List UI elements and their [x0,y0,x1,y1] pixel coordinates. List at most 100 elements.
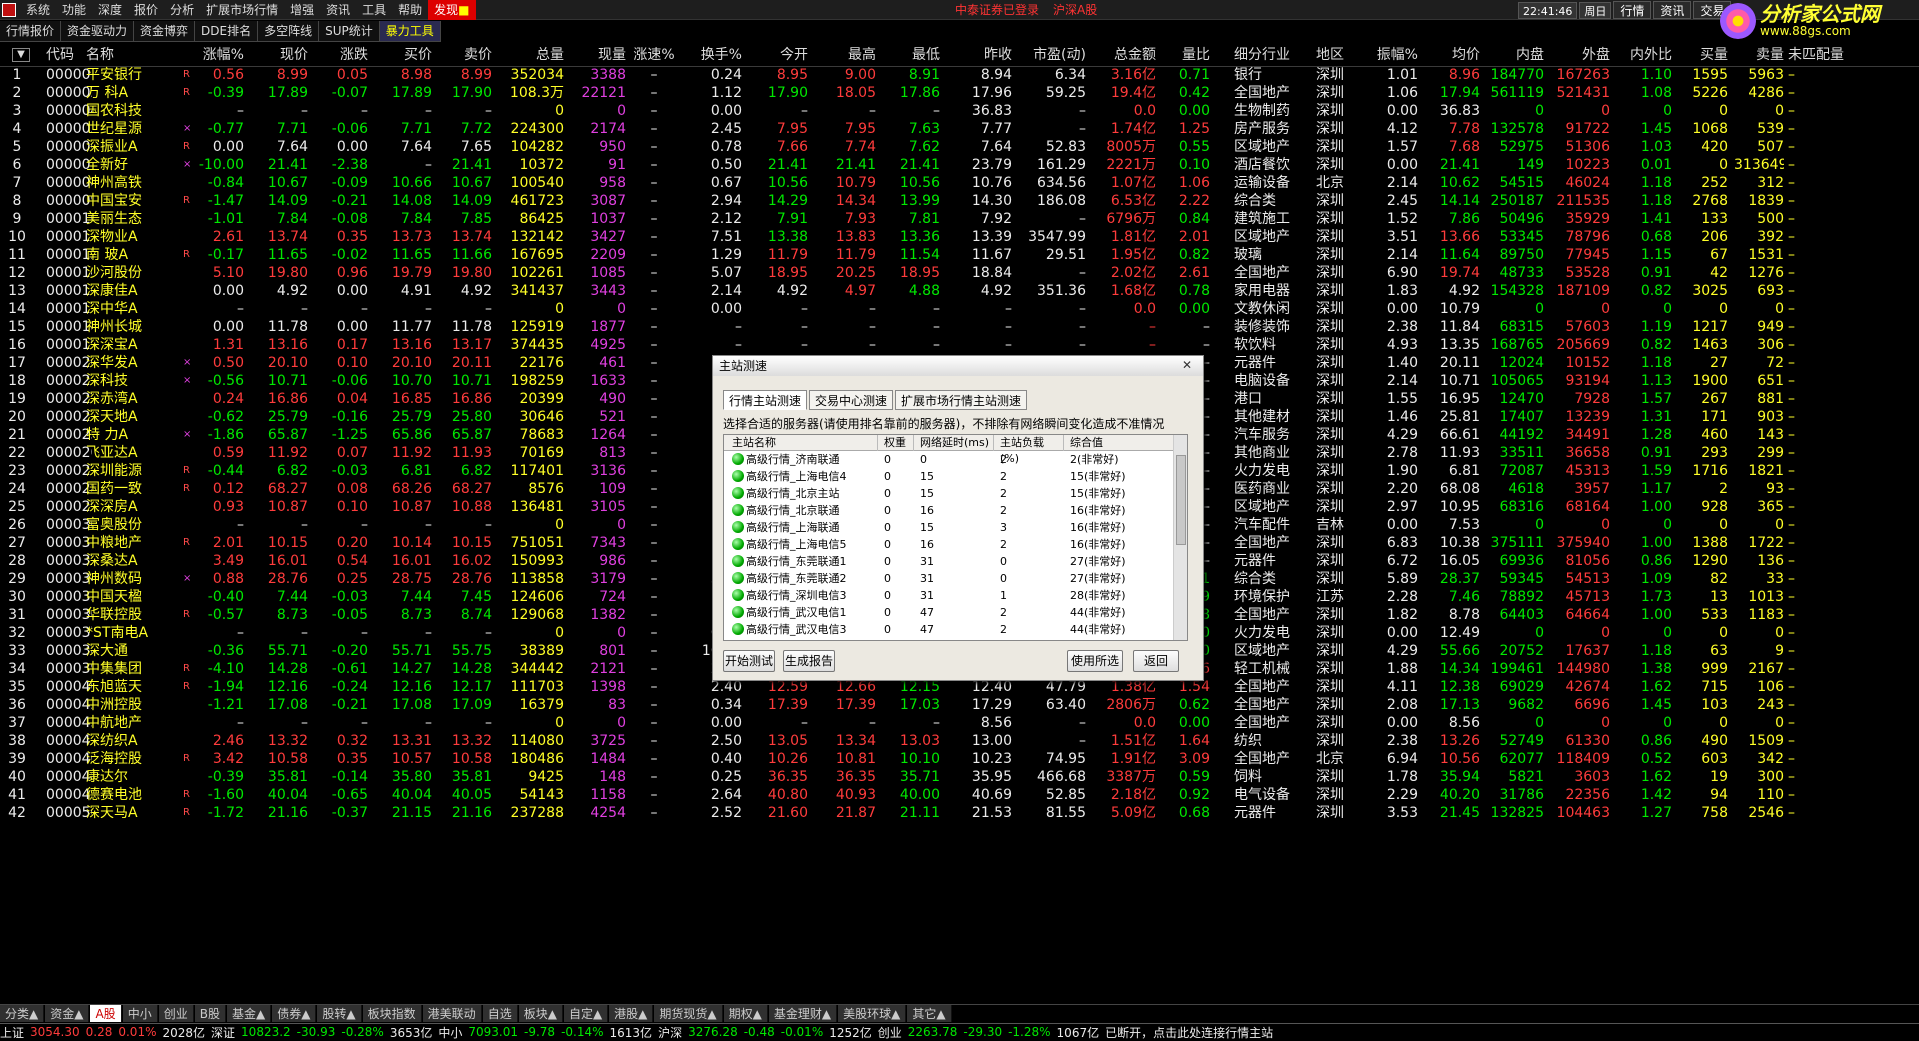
table-row[interactable]: 9 000010美丽生态 -1.01 7.84 -0.08 7.84 7.85 86425 10… [0,210,1919,228]
use-selected-button[interactable]: 使用所选 [1067,650,1123,672]
server-column-header[interactable]: 主站负载(%) [996,435,1064,465]
menu-item[interactable]: 功能 [56,0,92,20]
column-header[interactable]: 内盘 [1484,44,1544,66]
table-row[interactable]: 13 000016深康佳A 0.00 4.92 0.00 4.91 4.92 341437 34… [0,282,1919,300]
server-row[interactable]: 高级行情_上海电信4 0 15 2 15(非常好) [724,468,1187,485]
market-tab[interactable]: 中小 [122,1005,158,1022]
market-tab[interactable]: 分类▲ [0,1005,45,1022]
market-tab[interactable]: 板块▲ [518,1005,563,1022]
table-row[interactable]: 36 000042中洲控股 -1.21 17.08 -0.21 17.08 17.09 163… [0,696,1919,714]
tab-quote-server[interactable]: 行情主站测速 [723,390,808,410]
column-header[interactable]: 内外比 [1614,44,1672,66]
market-tab[interactable]: 债券▲ [272,1005,317,1022]
tool-tab[interactable]: 多空阵线 [258,21,320,41]
server-column-header[interactable]: 主站名称 [728,435,878,451]
column-header[interactable]: 细分行业 [1234,44,1304,66]
column-header[interactable]: 卖价 [432,44,492,66]
tab-ext-market[interactable]: 扩展市场行情主站测速 [895,390,1028,410]
tool-tab[interactable]: 资金驱动力 [61,21,135,41]
close-icon[interactable]: ✕ [1177,358,1197,373]
server-row[interactable]: 高级行情_上海电信5 0 16 2 16(非常好) [724,536,1187,553]
column-header[interactable]: 外盘 [1548,44,1610,66]
table-row[interactable]: 15 000018神州长城 0.00 11.78 0.00 11.77 11.78 12591… [0,318,1919,336]
column-header[interactable]: 涨幅% [184,44,244,66]
market-tab[interactable]: 自选 [482,1005,518,1022]
server-row[interactable]: 高级行情_济南联通 0 0 2 2(非常好) [724,451,1187,468]
menu-item[interactable]: 帮助 [392,0,428,20]
market-tab[interactable]: 自定▲ [563,1005,609,1022]
market-tab[interactable]: 期货现货▲ [654,1005,723,1022]
menu-item[interactable]: 分析 [164,0,200,20]
menu-item[interactable]: 报价 [128,0,164,20]
market-tab[interactable]: 基金理财▲ [768,1005,838,1022]
market-tab[interactable]: 港股▲ [609,1005,654,1022]
server-row[interactable]: 高级行情_北京主站 0 15 2 15(非常好) [724,485,1187,502]
column-header[interactable]: 市盈(动) [1016,44,1086,66]
market-tab[interactable]: 股转▲ [317,1005,362,1022]
column-header[interactable]: 买量 [1676,44,1728,66]
column-header[interactable]: 最高 [812,44,876,66]
market-tab[interactable]: 港美联动 [422,1005,482,1022]
column-header[interactable]: 换手% [682,44,742,66]
table-row[interactable]: 16 000019深深宝A 1.31 13.16 0.17 13.16 13.17 37443… [0,336,1919,354]
menu-item[interactable]: 资讯 [320,0,356,20]
back-button[interactable]: 返回 [1133,650,1179,672]
table-row[interactable]: 42R000050深天马A-1.7221.16-0.3721.1521.1623… [0,804,1919,822]
market-tab[interactable]: 其它▲ [907,1005,952,1022]
table-row[interactable]: 10 000011深物业A 2.61 13.74 0.35 13.73 13.74 13214… [0,228,1919,246]
column-header[interactable]: 地区 [1316,44,1362,66]
column-header[interactable]: 名称 [86,44,166,66]
server-row[interactable]: 高级行情_深圳电信3 0 31 1 28(非常好) [724,587,1187,604]
column-header[interactable]: 卖量 [1734,44,1784,66]
table-row[interactable]: 2R000002万 科A-0.3917.89-0.0717.8917.90108… [0,84,1919,102]
column-header[interactable]: 最低 [876,44,940,66]
column-header[interactable]: 今开 [744,44,808,66]
menu-item[interactable]: 增强 [284,0,320,20]
menu-item[interactable]: 深度 [92,0,128,20]
column-header[interactable]: 现量 [566,44,626,66]
table-row[interactable]: 12 000014沙河股份 5.10 19.80 0.96 19.79 19.80 10226… [0,264,1919,282]
tool-tab[interactable]: DDE排名 [195,21,259,41]
table-row[interactable]: 37000043中航地产–––––00–0.00–––8.56–0.00.00全… [0,714,1919,732]
table-row[interactable]: 4×000005世纪星源-0.777.71-0.067.717.72224300… [0,120,1919,138]
server-row[interactable]: 高级行情_北京联通 0 16 2 16(非常好) [724,502,1187,519]
column-header[interactable]: 未匹配量 [1788,44,1870,66]
quote-button[interactable]: 行情 [1613,1,1652,19]
server-list-scrollbar[interactable] [1173,435,1187,640]
table-row[interactable]: 14000017深中华A–––––00–0.00–––––0.00.00文教休闲… [0,300,1919,318]
server-row[interactable]: 高级行情_东莞联通2 0 31 0 27(非常好) [724,570,1187,587]
column-header[interactable]: 涨跌 [312,44,368,66]
market-tab[interactable]: 期权▲ [723,1005,768,1022]
server-row[interactable]: 高级行情_上海联通 0 15 3 16(非常好) [724,519,1187,536]
column-header[interactable]: 振幅% [1364,44,1418,66]
server-list[interactable]: 主站名称 权重 网络延时(ms) 主站负载(%) 综合值 高级行情_济南联通 0 0 2 2(非… [723,434,1188,641]
table-row[interactable]: 8R000009中国宝安-1.4714.09-0.2114.0814.09461… [0,192,1919,210]
table-row[interactable]: 11R000012南 玻A-0.1711.65-0.0211.6511.6616… [0,246,1919,264]
menu-item[interactable]: 扩展市场行情 [200,0,284,20]
start-test-button[interactable]: 开始测试 [723,650,775,672]
market-tab[interactable]: 资金▲ [45,1005,90,1022]
market-tab[interactable]: B股 [194,1005,226,1022]
market-tab[interactable]: 创业 [158,1005,194,1022]
table-row[interactable]: 5R000006深振业A0.007.640.007.647.6510428295… [0,138,1919,156]
server-row[interactable]: 高级行情_东莞联通1 0 31 0 27(非常好) [724,553,1187,570]
market-tab[interactable]: A股 [90,1005,122,1022]
scrollbar-thumb[interactable] [1176,455,1186,545]
table-row[interactable]: 40 000048康达尔 -0.39 35.81 -0.14 35.80 35.81 9425… [0,768,1919,786]
column-header[interactable]: 买价 [372,44,432,66]
server-row[interactable]: 高级行情_武汉电信1 0 47 2 44(非常好) [724,604,1187,621]
server-column-header[interactable]: 网络延时(ms) [916,435,994,451]
market-tab[interactable]: 美股环球▲ [838,1005,907,1022]
column-header[interactable]: 总金额 [1090,44,1156,66]
connection-message[interactable]: 已断开，点击此处连接行情主站 [1105,1024,1273,1041]
market-tab[interactable]: 基金▲ [226,1005,272,1022]
generate-report-button[interactable]: 生成报告 [783,650,835,672]
table-row[interactable]: 7 000008神州高铁 -0.84 10.67 -0.09 10.66 10.67 1005… [0,174,1919,192]
table-row[interactable]: 3000004国农科技–––––00–0.00–––36.83–0.00.00生… [0,102,1919,120]
menu-item-discover[interactable]: 发现■ [428,0,476,20]
tool-tab[interactable]: 资金博弈 [134,21,196,41]
table-row[interactable]: 41R000049德赛电池-1.6040.04-0.6540.0440.0554… [0,786,1919,804]
news-button[interactable]: 资讯 [1653,1,1692,19]
market-tab[interactable]: 板块指数 [362,1005,422,1022]
server-column-header[interactable]: 综合值 [1066,435,1186,451]
